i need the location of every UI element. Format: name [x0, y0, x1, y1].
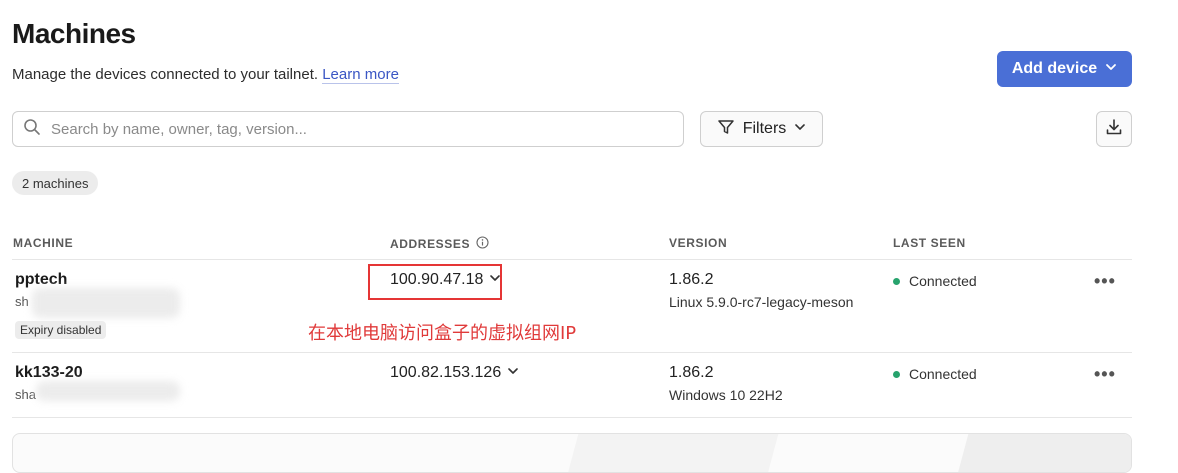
machine-name[interactable]: kk133-20 — [15, 364, 83, 382]
expiry-disabled-badge: Expiry disabled — [15, 321, 107, 339]
highlight-box — [368, 264, 502, 300]
header-divider — [12, 259, 1132, 260]
column-header-addresses-label: ADDRESSES — [390, 237, 471, 251]
tailscale-version: 1.86.2 — [669, 271, 714, 288]
info-icon[interactable] — [476, 236, 489, 252]
filter-icon — [717, 118, 735, 141]
column-header-version[interactable]: VERSION — [669, 236, 727, 250]
chevron-down-icon — [794, 120, 806, 138]
status-label: Connected — [909, 366, 977, 382]
chevron-down-icon — [1105, 60, 1117, 78]
download-button[interactable] — [1096, 111, 1132, 147]
search-input[interactable] — [49, 119, 683, 139]
os-version: Linux 5.9.0-rc7-legacy-meson — [669, 294, 854, 310]
column-header-addresses[interactable]: ADDRESSES — [390, 236, 489, 252]
status-label: Connected — [909, 273, 977, 289]
redacted-owner — [36, 381, 180, 401]
more-icon[interactable]: ••• — [1094, 364, 1116, 385]
os-version: Windows 10 22H2 — [669, 387, 783, 403]
machine-count-badge: 2 machines — [12, 171, 99, 195]
add-device-label: Add device — [1011, 60, 1098, 77]
more-icon[interactable]: ••• — [1094, 271, 1116, 292]
filters-label: Filters — [742, 120, 787, 137]
annotation-text: 在本地电脑访问盒子的虚拟组网IP — [308, 323, 577, 344]
tailscale-version: 1.86.2 — [669, 364, 714, 381]
page-title: Machines — [12, 18, 136, 49]
connection-status: Connected — [893, 273, 977, 289]
address-dropdown[interactable]: 100.82.153.126 — [390, 364, 519, 382]
learn-more-link[interactable]: Learn more — [322, 66, 399, 84]
chevron-down-icon — [507, 364, 519, 382]
search-box[interactable] — [12, 111, 684, 147]
machine-owner: sh — [15, 294, 29, 309]
connected-dot-icon — [893, 370, 900, 378]
connection-status: Connected — [893, 366, 977, 382]
machine-name[interactable]: pptech — [15, 271, 67, 289]
subtitle-text: Manage the devices connected to your tai… — [12, 66, 319, 83]
filters-button[interactable]: Filters — [700, 111, 823, 147]
card-shade — [567, 434, 779, 472]
column-header-machine[interactable]: MACHINE — [13, 236, 73, 250]
card-shade — [957, 434, 1131, 472]
bottom-card — [12, 433, 1132, 473]
connected-dot-icon — [893, 277, 900, 285]
add-device-button[interactable]: Add device — [997, 51, 1132, 87]
column-header-last-seen[interactable]: LAST SEEN — [893, 236, 966, 250]
ip-address: 100.82.153.126 — [390, 364, 502, 381]
page-subtitle: Manage the devices connected to your tai… — [12, 66, 399, 84]
search-icon — [23, 118, 41, 141]
row-divider — [12, 417, 1132, 418]
redacted-owner — [32, 288, 180, 318]
machine-owner: sha — [15, 387, 36, 402]
download-icon — [1104, 117, 1124, 142]
row-divider — [12, 352, 1132, 353]
